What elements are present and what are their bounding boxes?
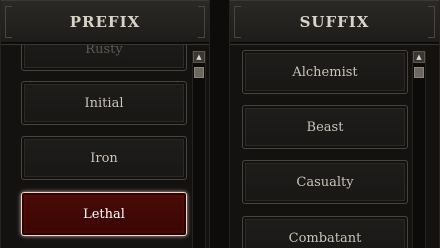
suffix-panel: SUFFIX Alchemist Beast Casualty Combatan… <box>229 0 440 248</box>
suffix-item-casualty[interactable]: Casualty <box>242 160 408 204</box>
arrow-up-icon[interactable]: ▲ <box>193 51 205 63</box>
prefix-title: PREFIX <box>69 13 141 31</box>
suffix-header: SUFFIX <box>230 0 439 45</box>
prefix-scrollbar[interactable]: ▲ <box>192 51 206 248</box>
prefix-item-lethal[interactable]: Lethal <box>21 192 187 236</box>
suffix-item-alchemist[interactable]: Alchemist <box>242 50 408 94</box>
suffix-scroll-thumb[interactable] <box>414 67 424 78</box>
suffix-item-beast[interactable]: Beast <box>242 105 408 149</box>
suffix-list: Alchemist Beast Casualty Combatant <box>230 45 439 248</box>
arrow-up-icon[interactable]: ▲ <box>413 51 425 63</box>
prefix-scroll-thumb[interactable] <box>194 67 204 78</box>
prefix-header: PREFIX <box>1 0 209 45</box>
prefix-list: Rusty Initial Iron Lethal <box>1 45 209 248</box>
suffix-title: SUFFIX <box>299 13 370 31</box>
prefix-panel: PREFIX Rusty Initial Iron Lethal ▲ <box>0 0 210 248</box>
suffix-item-combatant[interactable]: Combatant <box>242 216 408 248</box>
prefix-item-initial[interactable]: Initial <box>21 81 187 125</box>
prefix-item-iron[interactable]: Iron <box>21 136 187 180</box>
suffix-scrollbar[interactable]: ▲ <box>412 51 426 248</box>
prefix-item-rusty[interactable]: Rusty <box>21 45 187 71</box>
